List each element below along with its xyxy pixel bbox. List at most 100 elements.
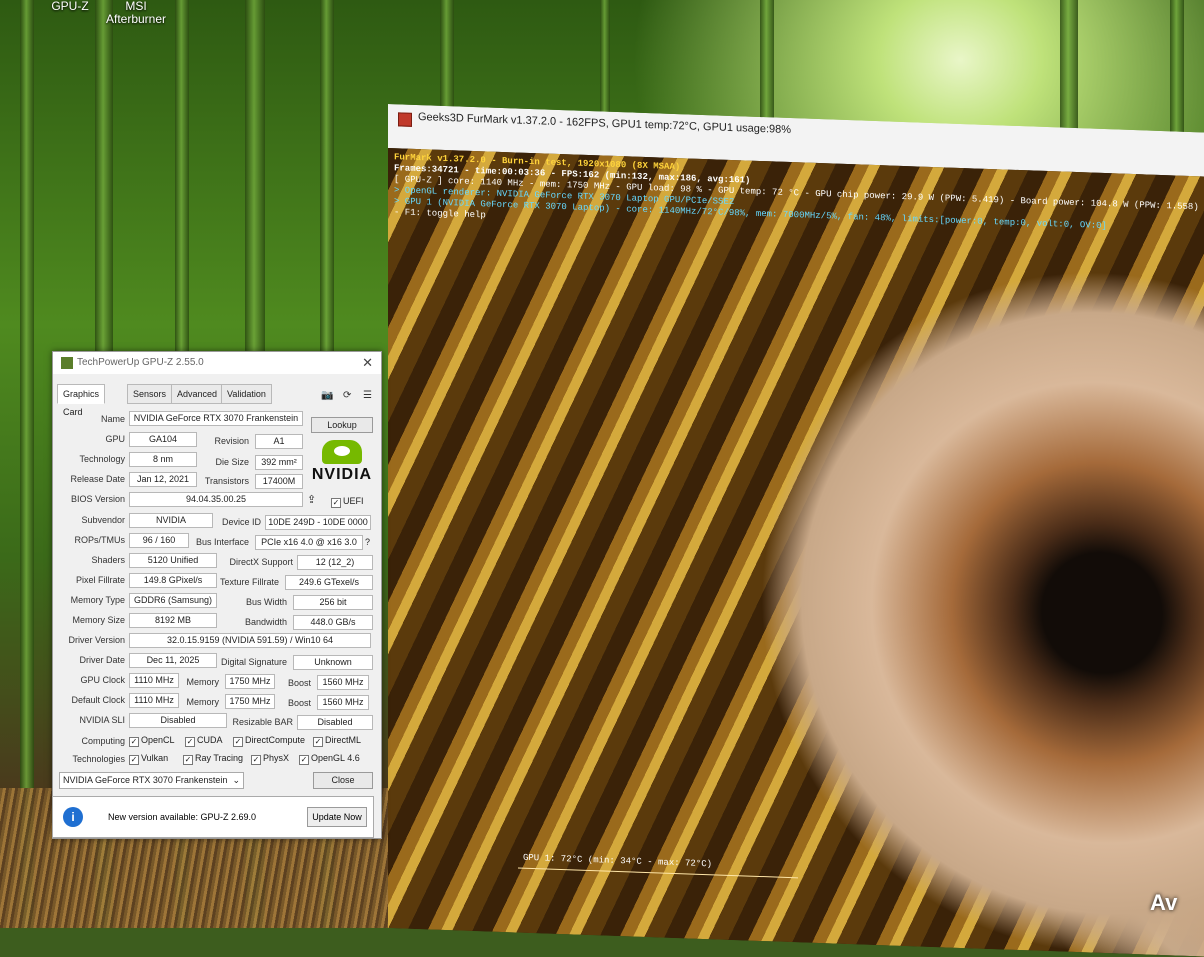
update-notification: i New version available: GPU-Z 2.69.0 Up… [52,796,374,838]
gpuz-titlebar[interactable]: TechPowerUp GPU-Z 2.55.0 ✕ [53,352,381,374]
watermark-logo: Av [1150,890,1178,915]
transistors-field: 17400M [255,474,303,489]
close-icon[interactable]: ✕ [362,355,373,371]
opengl-label: OpenGL 4.6 [311,753,360,763]
driver-label: Driver Version [68,635,125,645]
bus-label: Bus Interface [195,537,249,547]
driverdate-field: Dec 11, 2025 [129,653,217,668]
opengl-checkbox[interactable]: ✓ OpenGL 4.6 [299,753,360,765]
furmark-render-view: FurMark v1.37.2.0 - Burn-in test, 1920x1… [388,148,1204,957]
defclock-label: Default Clock [71,695,125,705]
sli-field: Disabled [129,713,227,728]
furmark-app-icon [398,112,412,127]
desktop-icon-gpuz[interactable]: GPU-Z [48,0,92,13]
uefi-label: UEFI [343,496,364,506]
sli-label: NVIDIA SLI [79,715,125,725]
physx-checkbox-box: ✓ [251,755,261,765]
texture-field: 249.6 GTexel/s [285,575,373,590]
release-date-label: Release Date [70,474,125,484]
raytracing-checkbox-box: ✓ [183,755,193,765]
computing-label: Computing [81,736,125,746]
directx-label: DirectX Support [229,557,293,567]
camera-icon[interactable]: 📷 [321,390,333,401]
transistors-label: Transistors [204,476,249,486]
die-size-label: Die Size [215,457,249,467]
physx-checkbox[interactable]: ✓ PhysX [251,753,289,765]
lookup-button[interactable]: Lookup [311,417,373,433]
directcompute-checkbox[interactable]: ✓ DirectCompute [233,735,305,747]
directml-label: DirectML [325,735,362,745]
rops-label: ROPs/TMUs [74,535,126,545]
boost1-field: 1560 MHz [317,675,369,690]
rebar-field: Disabled [297,715,373,730]
directx-field: 12 (12_2) [297,555,373,570]
memsize-field: 8192 MB [129,613,217,628]
driverdate-label: Driver Date [79,655,125,665]
boost-label-2: Boost [287,698,311,708]
buswidth-field: 256 bit [293,595,373,610]
desktop-icon-afterburner[interactable]: MSI Afterburner [104,0,168,26]
memtype-field: GDDR6 (Samsung) [129,593,217,608]
subvendor-label: Subvendor [81,515,125,525]
device-id-label: Device ID [221,517,261,527]
revision-label: Revision [214,436,249,446]
gpuz-window[interactable]: TechPowerUp GPU-Z 2.55.0 ✕ Graphics Card… [52,351,382,839]
desktop-icon-gpuz-label2: GPU-Z [51,0,89,13]
vulkan-label: Vulkan [141,753,169,763]
gpu-label: GPU [105,434,125,444]
gpu-select-dropdown[interactable]: NVIDIA GeForce RTX 3070 Frankenstein ⌄ [59,772,244,789]
bandwidth-field: 448.0 GB/s [293,615,373,630]
chevron-down-icon: ⌄ [232,775,240,785]
shaders-field: 5120 Unified [129,553,217,568]
raytracing-checkbox[interactable]: ✓ Ray Tracing [183,753,243,765]
directml-checkbox-box: ✓ [313,737,323,747]
info-icon: i [63,807,83,827]
cuda-checkbox[interactable]: ✓ CUDA [185,735,223,747]
vulkan-checkbox-box: ✓ [129,755,139,765]
bus-field: PCIe x16 4.0 @ x16 3.0 [255,535,363,550]
tab-validation[interactable]: Validation [221,384,272,404]
refresh-icon[interactable]: ⟳ [343,390,351,401]
menu-icon[interactable]: ☰ [363,390,372,401]
furmark-window[interactable]: Geeks3D FurMark v1.37.2.0 - 162FPS, GPU1… [388,104,1204,957]
buswidth-label: Bus Width [245,597,287,607]
cuda-label: CUDA [197,735,223,745]
directcompute-checkbox-box: ✓ [233,737,243,747]
memory-label-2: Memory [186,697,219,707]
fur-eye-render [718,219,1204,957]
desktop-icon-afterburner-label2: Afterburner [105,12,167,26]
uefi-checkbox[interactable]: ✓ UEFI [331,496,364,508]
temp-graph-label: GPU 1: 72°C (min: 34°C - max: 72°C) [523,852,713,870]
bandwidth-label: Bandwidth [244,617,287,627]
temp-graph-line [518,867,798,879]
driver-field: 32.0.15.9159 (NVIDIA 591.59) / Win10 64 [129,633,371,648]
nvidia-logo: NVIDIA [311,440,373,486]
opencl-checkbox-box: ✓ [129,737,139,747]
tab-graphics-card[interactable]: Graphics Card [57,384,106,417]
boost2-field: 1560 MHz [317,695,369,710]
revision-field: A1 [255,434,303,449]
opencl-label: OpenCL [141,735,175,745]
memory-label: Memory [186,677,219,687]
gpuclock-label: GPU Clock [80,675,125,685]
technology-label: Technology [79,454,125,464]
boost-label: Boost [287,678,311,688]
physx-label: PhysX [263,753,290,763]
close-button[interactable]: Close [313,772,373,789]
opencl-checkbox[interactable]: ✓ OpenCL [129,735,175,747]
tab-advanced[interactable]: Advanced [171,384,224,404]
tab-sensors[interactable]: Sensors [127,384,173,404]
share-icon[interactable]: ⇪ [307,493,316,506]
bios-field: 94.04.35.00.25 [129,492,303,507]
gpuz-title: TechPowerUp GPU-Z 2.55.0 [77,357,204,368]
vulkan-checkbox[interactable]: ✓ Vulkan [129,753,168,765]
update-now-button[interactable]: Update Now [307,807,367,827]
uefi-checkbox-box: ✓ [331,498,341,508]
raytracing-label: Ray Tracing [195,753,244,763]
bus-help-icon[interactable]: ? [365,537,370,547]
name-label: Name [100,414,125,424]
update-message: New version available: GPU-Z 2.69.0 [108,812,257,822]
cuda-checkbox-box: ✓ [185,737,195,747]
shaders-label: Shaders [91,555,125,565]
directml-checkbox[interactable]: ✓ DirectML [313,735,361,747]
